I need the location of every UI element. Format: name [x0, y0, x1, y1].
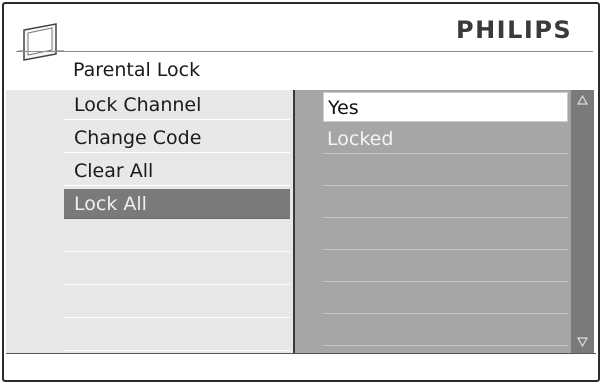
option-locked[interactable]: Locked: [323, 124, 568, 154]
menu-item-change-code[interactable]: Change Code: [64, 123, 290, 153]
options-list: Yes Locked: [295, 90, 571, 353]
footer-divider: [6, 353, 596, 354]
menu-item-empty: [64, 255, 290, 285]
option-empty: [323, 284, 568, 314]
page-title: Parental Lock: [73, 59, 201, 81]
option-empty: [323, 188, 568, 218]
tv-icon: [18, 23, 64, 61]
option-empty: [323, 316, 568, 346]
menu-item-empty: [64, 321, 290, 351]
brand-logo: PHILIPS: [456, 16, 573, 44]
menu-item-clear-all[interactable]: Clear All: [64, 156, 290, 186]
option-empty: [323, 156, 568, 186]
header-divider: [16, 51, 593, 52]
menu-item-lock-channel[interactable]: Lock Channel: [64, 90, 290, 120]
option-empty: [323, 220, 568, 250]
option-empty: [323, 252, 568, 282]
option-yes[interactable]: Yes: [323, 92, 568, 122]
scrollbar[interactable]: [571, 90, 594, 353]
menu-item-empty: [64, 288, 290, 318]
menu-item-empty: [64, 222, 290, 252]
scroll-down-arrow-icon[interactable]: [577, 337, 588, 347]
menu-list: Lock Channel Change Code Clear All Lock …: [6, 90, 293, 353]
tv-osd-screen: PHILIPS Parental Lock Lock Channel Chang…: [2, 2, 600, 382]
menu-item-lock-all[interactable]: Lock All: [64, 189, 290, 219]
scroll-up-arrow-icon[interactable]: [577, 95, 588, 105]
